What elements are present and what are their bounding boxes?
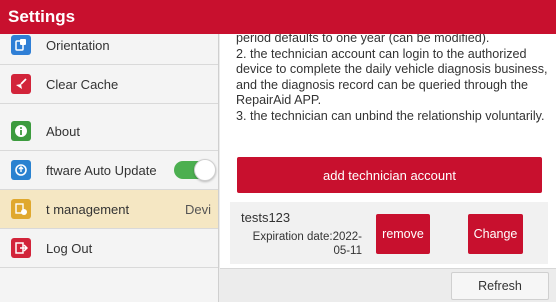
technician-account-card: tests123 Expiration date:2022- 05-11 rem… [230, 202, 548, 264]
sidebar-item-trailing: Devi [184, 201, 211, 217]
sidebar-item-about[interactable]: About [0, 112, 218, 151]
info-icon [11, 121, 31, 141]
settings-sidebar: Orientation Clear Cache About ftware Aut… [0, 34, 219, 302]
description-text: period defaults to one year (can be modi… [236, 31, 552, 124]
sidebar-item-label: About [46, 123, 80, 139]
sidebar-item-orientation[interactable]: Orientation [0, 34, 218, 65]
change-button[interactable]: Change [468, 214, 523, 254]
refresh-button[interactable]: Refresh [451, 272, 549, 300]
sidebar-item-label: ftware Auto Update [46, 162, 157, 178]
sidebar-item-label: Orientation [46, 37, 110, 53]
toggle-knob [194, 159, 216, 181]
technician-panel: period defaults to one year (can be modi… [220, 31, 556, 302]
expiration-line: 05-11 [333, 245, 362, 257]
remove-button[interactable]: remove [376, 214, 430, 254]
update-icon [11, 160, 31, 180]
broom-icon [11, 74, 31, 94]
orientation-icon [11, 35, 31, 55]
sidebar-item-label: Log Out [46, 240, 93, 256]
expiration-date: Expiration date:2022- 05-11 [242, 230, 362, 258]
auto-update-toggle[interactable] [174, 159, 216, 181]
sidebar-item-management[interactable]: t management Devi [0, 190, 218, 229]
account-name: tests123 [241, 210, 291, 225]
sidebar-item-label: Clear Cache [46, 76, 119, 92]
bottom-bar: Refresh [220, 268, 556, 302]
sidebar-item-clear-cache[interactable]: Clear Cache [0, 65, 218, 104]
logout-icon [11, 238, 31, 258]
sidebar-item-label: t management [46, 201, 130, 217]
description-line: 3. the technician can unbind the relatio… [236, 108, 545, 123]
user-management-icon [11, 199, 31, 219]
sidebar-item-software-auto-update[interactable]: ftware Auto Update [0, 151, 218, 190]
expiration-line: Expiration date:2022- [252, 231, 362, 243]
description-line: 2. the technician account can login to t… [236, 46, 548, 108]
add-technician-button[interactable]: add technician account [237, 157, 542, 193]
app-title: Settings [0, 0, 556, 34]
sidebar-item-log-out[interactable]: Log Out [0, 229, 218, 268]
